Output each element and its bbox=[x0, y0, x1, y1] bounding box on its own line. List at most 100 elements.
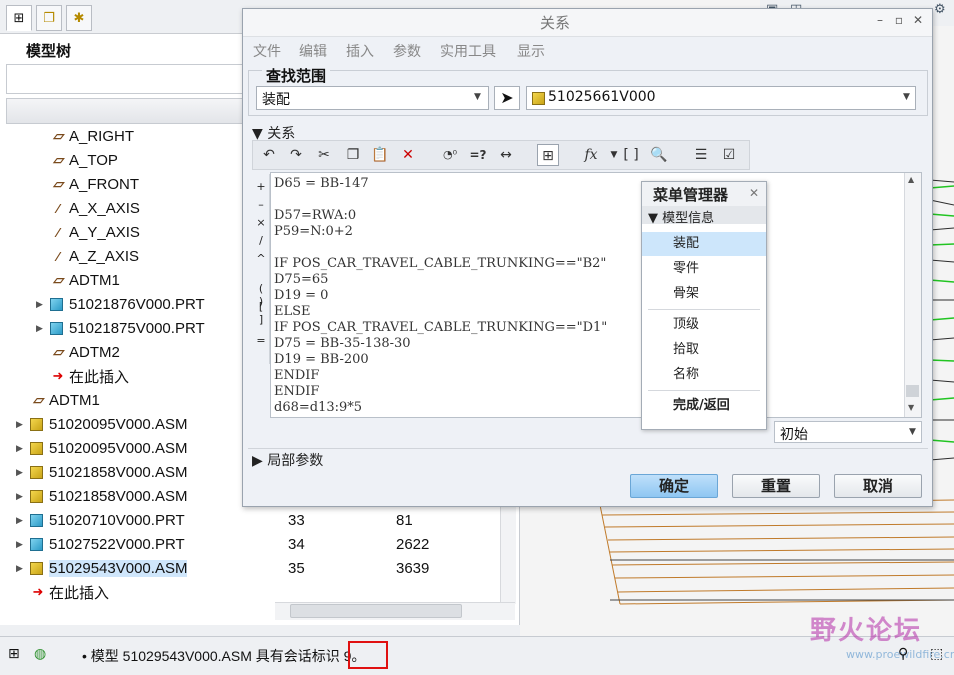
model-tree-tab[interactable]: ⊞ bbox=[6, 5, 32, 31]
menu-file[interactable]: 文件 bbox=[253, 41, 281, 61]
maximize-icon[interactable]: ▫ bbox=[891, 12, 907, 28]
chevron-down-icon[interactable]: ▼ bbox=[474, 92, 481, 102]
menu-item-done-return[interactable]: 完成/返回 bbox=[642, 394, 766, 418]
scroll-up-icon[interactable]: ▲ bbox=[908, 175, 914, 184]
local-parameters-section[interactable] bbox=[248, 448, 928, 468]
cancel-button[interactable]: 取消 bbox=[834, 474, 922, 498]
verify-icon[interactable]: ☑ bbox=[718, 144, 740, 166]
scroll-down-icon[interactable]: ▼ bbox=[908, 403, 914, 412]
editor-vertical-scrollbar[interactable]: ▲ ▼ bbox=[904, 173, 921, 417]
tree-toggle-icon[interactable]: ⊞ bbox=[8, 646, 20, 662]
switch-dimensions-icon[interactable]: ◔⁰ bbox=[439, 144, 461, 166]
tree-row-label: A_FRONT bbox=[69, 175, 140, 193]
scope-select-value: 装配 bbox=[262, 92, 290, 108]
divide-icon[interactable]: / bbox=[255, 234, 267, 247]
scope-label: 查找范围 bbox=[262, 65, 331, 86]
undo-icon[interactable]: ↶ bbox=[258, 144, 280, 166]
copy-icon[interactable]: ❐ bbox=[342, 144, 364, 166]
editor-scroll-thumb[interactable] bbox=[906, 385, 919, 397]
assembly-icon bbox=[30, 561, 43, 575]
datum-axis-icon: ⁄ bbox=[56, 224, 60, 240]
menu-item-pick[interactable]: 拾取 bbox=[642, 338, 766, 362]
tree-row-label: 在此插入 bbox=[69, 368, 130, 386]
menu-item-skeleton[interactable]: 骨架 bbox=[642, 282, 766, 306]
menu-insert[interactable]: 插入 bbox=[346, 41, 374, 61]
expand-arrow-icon[interactable]: ▶ bbox=[16, 419, 23, 430]
insert-here-icon: ➜ bbox=[32, 584, 44, 599]
relations-section-header[interactable] bbox=[248, 124, 928, 140]
expand-arrow-icon[interactable]: ▶ bbox=[16, 563, 23, 574]
parameter-lookup-icon[interactable]: 🔍 bbox=[648, 144, 670, 166]
settings-icon[interactable]: ⚙ bbox=[934, 2, 946, 17]
chevron-down-icon[interactable]: ▼ bbox=[903, 92, 910, 102]
favorites-tab[interactable]: ✱ bbox=[66, 5, 92, 31]
paste-icon[interactable]: 📋 bbox=[369, 144, 391, 166]
menu-item-assembly[interactable]: 装配 bbox=[642, 232, 766, 256]
filter-icon[interactable]: ⚲ bbox=[898, 646, 908, 662]
equals-icon[interactable]: = bbox=[255, 334, 267, 347]
minimize-icon[interactable]: – bbox=[872, 12, 888, 28]
menu-item-part[interactable]: 零件 bbox=[642, 257, 766, 281]
datum-plane-icon: ▱ bbox=[53, 176, 63, 191]
highlight-icon[interactable]: ⊞ bbox=[537, 144, 559, 166]
cut-icon[interactable]: ✂ bbox=[313, 144, 335, 166]
code-line: D57=RWA:0 bbox=[274, 208, 357, 223]
menu-parameters[interactable]: 参数 bbox=[393, 41, 421, 61]
cube-icon[interactable]: ⬚ bbox=[930, 646, 943, 662]
close-icon[interactable]: ✕ bbox=[910, 12, 926, 28]
tree-horizontal-scroll-thumb[interactable] bbox=[290, 604, 462, 618]
brackets-icon[interactable]: [ ] bbox=[620, 144, 642, 166]
tree-structure-icon: ⊞ bbox=[13, 10, 25, 26]
evaluate-icon[interactable]: =? bbox=[467, 144, 489, 166]
sort-relations-icon[interactable]: ☰ bbox=[690, 144, 712, 166]
select-pointer-button[interactable]: ➤ bbox=[494, 86, 520, 110]
caret-icon[interactable]: ^ bbox=[255, 252, 267, 265]
menu-separator bbox=[648, 390, 760, 391]
menu-utilities[interactable]: 实用工具 bbox=[440, 41, 496, 61]
expand-arrow-icon[interactable]: ▶ bbox=[36, 323, 43, 334]
tree-row-label: A_Y_AXIS bbox=[69, 223, 140, 241]
tree-row[interactable]: ▶ 51020710V000.PRT 33 81 bbox=[0, 508, 518, 532]
local-parameters-label: ▶ 局部参数 bbox=[252, 453, 324, 469]
expand-arrow-icon[interactable]: ▶ bbox=[16, 467, 23, 478]
dimension-icon[interactable]: ↔ bbox=[495, 144, 517, 166]
close-icon[interactable]: ✕ bbox=[749, 186, 759, 200]
expand-arrow-icon[interactable]: ▶ bbox=[16, 443, 23, 454]
minus-icon[interactable]: – bbox=[255, 198, 267, 211]
menu-item-name[interactable]: 名称 bbox=[642, 363, 766, 387]
code-line: D19 = BB-200 bbox=[274, 352, 369, 367]
delete-icon[interactable]: ✕ bbox=[397, 144, 419, 166]
tree-row[interactable]: ▶ 51029543V000.ASM 35 3639 bbox=[0, 556, 518, 580]
layer-tree-tab[interactable]: ❐ bbox=[36, 5, 62, 31]
reset-button[interactable]: 重置 bbox=[732, 474, 820, 498]
menu-edit[interactable]: 编辑 bbox=[299, 41, 327, 61]
assembly-icon bbox=[30, 489, 43, 503]
tree-row-label: 51020095V000.ASM bbox=[49, 415, 188, 433]
ok-button[interactable]: 确定 bbox=[630, 474, 718, 498]
assembly-icon bbox=[532, 92, 545, 105]
tree-row[interactable]: ➜ 在此插入 bbox=[0, 580, 518, 604]
expand-arrow-icon[interactable]: ▶ bbox=[16, 539, 23, 550]
datum-axis-icon: ⁄ bbox=[56, 200, 60, 216]
menu-display[interactable]: 显示 bbox=[517, 41, 545, 61]
menu-item-top-level[interactable]: 顶级 bbox=[642, 313, 766, 337]
expand-arrow-icon[interactable]: ▶ bbox=[36, 299, 43, 310]
plus-icon[interactable]: + bbox=[255, 180, 267, 193]
tree-row[interactable]: ▶ 51027522V000.PRT 34 2622 bbox=[0, 532, 518, 556]
redo-icon[interactable]: ↷ bbox=[285, 144, 307, 166]
code-line: D19 = 0 bbox=[274, 288, 329, 303]
code-line: ENDIF bbox=[274, 368, 320, 383]
watermark-logo-text: 野火论坛 bbox=[810, 616, 923, 646]
multiply-icon[interactable]: × bbox=[255, 216, 267, 229]
assembly-icon bbox=[30, 441, 43, 455]
tree-row-label: 51021876V000.PRT bbox=[69, 295, 205, 313]
dialog-title-bar[interactable] bbox=[243, 9, 932, 37]
expand-arrow-icon[interactable]: ▶ bbox=[16, 491, 23, 502]
function-icon[interactable]: fx bbox=[580, 144, 602, 166]
relations-editor[interactable] bbox=[270, 172, 922, 418]
square-brackets-icon[interactable]: [ ] bbox=[255, 300, 267, 326]
browser-toggle-icon[interactable]: ◍ bbox=[34, 646, 46, 662]
expand-arrow-icon[interactable]: ▶ bbox=[16, 515, 23, 526]
chevron-down-icon[interactable]: ▼ bbox=[909, 427, 916, 437]
scope-select[interactable] bbox=[256, 86, 489, 110]
